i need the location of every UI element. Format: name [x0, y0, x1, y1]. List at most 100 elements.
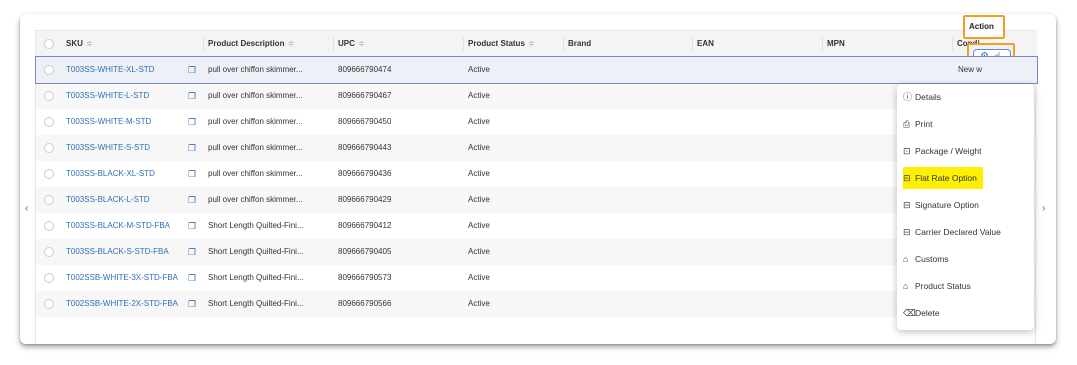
table-row[interactable]: T002SSB-WHITE-2X-STD-FBA ❐ Short Length Qu… [36, 291, 1037, 317]
menu-item-flat-rate-option[interactable]: ⊟ Flat Rate Option [903, 167, 983, 189]
table-header: SKU ≑ Product Description ≑ UPC ≑ Product Stat… [36, 31, 1037, 57]
printer-icon: ⎙ [903, 119, 911, 129]
scroll-right-icon[interactable]: › [1042, 204, 1045, 214]
row-select-radio[interactable] [44, 273, 54, 283]
flat-rate-icon: ⊟ [903, 173, 911, 183]
menu-item-carrier-declared-value[interactable]: ⊟ Carrier Declared Value [903, 221, 1007, 243]
row-select-radio[interactable] [44, 117, 54, 127]
column-header-label: EAN [697, 39, 714, 48]
product-description: Short Length Quilted-Fini... [208, 221, 304, 230]
table-row[interactable]: T002SSB-WHITE-3X-STD-FBA ❐ Short Length Qu… [36, 265, 1037, 291]
product-description: pull over chiffon skimmer... [208, 91, 303, 100]
table-row[interactable]: T003SS-WHITE-S-STD ❐ pull over chiffon ski… [36, 135, 1037, 161]
sort-icon[interactable]: ≑ [86, 39, 93, 48]
carrier-value-icon: ⊟ [903, 227, 911, 237]
menu-item-product-status[interactable]: ⌂ Product Status [903, 275, 977, 297]
copy-icon[interactable]: ❐ [188, 239, 196, 265]
copy-icon[interactable]: ❐ [188, 161, 196, 187]
upc-value: 809666790412 [338, 221, 392, 230]
column-header-label: Product Status [468, 39, 525, 48]
table-row[interactable]: T003SS-BLACK-S-STD-FBA ❐ Short Length Quil… [36, 239, 1037, 265]
sku-link[interactable]: T002SSB-WHITE-3X-STD-FBA [66, 265, 178, 291]
copy-icon[interactable]: ❐ [188, 187, 196, 213]
action-header-label: Action [969, 22, 994, 31]
row-select-radio[interactable] [44, 65, 54, 75]
sort-icon[interactable]: ≑ [287, 39, 294, 48]
table-row[interactable]: T003SS-BLACK-XL-STD ❐ pull over chiffon sk… [36, 161, 1037, 187]
sku-link[interactable]: T003SS-BLACK-L-STD [66, 187, 150, 213]
column-header-ean: EAN [697, 31, 714, 57]
product-status: Active [468, 65, 490, 74]
select-all-radio[interactable] [44, 39, 54, 49]
sku-link[interactable]: T003SS-BLACK-XL-STD [66, 161, 155, 187]
menu-item-details[interactable]: ⓘ Details [903, 86, 947, 108]
table-row[interactable]: T003SS-BLACK-M-STD-FBA ❐ Short Length Quil… [36, 213, 1037, 239]
table-row[interactable]: T003SS-BLACK-L-STD ❐ pull over chiffon ski… [36, 187, 1037, 213]
column-header-product-status[interactable]: Product Status ≑ [468, 31, 535, 57]
product-description: pull over chiffon skimmer... [208, 143, 303, 152]
sku-link[interactable]: T002SSB-WHITE-2X-STD-FBA [66, 291, 178, 317]
row-select-radio[interactable] [44, 221, 54, 231]
column-separator [563, 37, 564, 51]
menu-item-label: Details [915, 92, 941, 102]
menu-item-package-weight[interactable]: ⊡ Package / Weight [903, 140, 987, 162]
copy-icon[interactable]: ❐ [188, 213, 196, 239]
copy-icon[interactable]: ❐ [188, 265, 196, 291]
menu-item-label: Delete [915, 308, 940, 318]
table-row[interactable]: T003SS-WHITE-L-STD ❐ pull over chiffon ski… [36, 83, 1037, 109]
copy-icon[interactable]: ❐ [188, 83, 196, 109]
table-row[interactable]: T003SS-WHITE-M-STD ❐ pull over chiffon ski… [36, 109, 1037, 135]
row-select-radio[interactable] [44, 195, 54, 205]
menu-item-signature-option[interactable]: ⊟ Signature Option [903, 194, 985, 216]
sort-icon[interactable]: ≑ [528, 39, 535, 48]
column-separator [463, 37, 464, 51]
column-header-sku[interactable]: SKU ≑ [66, 31, 93, 57]
menu-item-customs[interactable]: ⌂ Customs [903, 248, 955, 270]
product-table: SKU ≑ Product Description ≑ UPC ≑ Product Stat… [35, 30, 1038, 344]
column-separator [333, 37, 334, 51]
copy-icon[interactable]: ❐ [188, 291, 196, 317]
product-description: Short Length Quilted-Fini... [208, 299, 304, 308]
column-header-label: MPN [827, 39, 845, 48]
sku-link[interactable]: T003SS-WHITE-S-STD [66, 135, 150, 161]
copy-icon[interactable]: ❐ [188, 57, 196, 83]
column-header-label: Product Description [208, 39, 285, 48]
row-select-radio[interactable] [44, 247, 54, 257]
sku-link[interactable]: T003SS-BLACK-M-STD-FBA [66, 213, 170, 239]
table-row[interactable]: T003SS-WHITE-XL-STD ❐ pull over chiffon sk… [35, 56, 1038, 84]
column-separator [203, 37, 204, 51]
sku-link[interactable]: T003SS-WHITE-XL-STD [66, 57, 154, 83]
product-status: Active [468, 247, 490, 256]
upc-value: 809666790467 [338, 91, 392, 100]
sku-link[interactable]: T003SS-WHITE-L-STD [66, 83, 149, 109]
column-separator [692, 37, 693, 51]
menu-item-print[interactable]: ⎙ Print [903, 113, 938, 135]
sku-link[interactable]: T003SS-BLACK-S-STD-FBA [66, 239, 169, 265]
row-select-radio[interactable] [44, 91, 54, 101]
menu-item-label: Flat Rate Option [915, 173, 977, 183]
product-description: Short Length Quilted-Fini... [208, 247, 304, 256]
sort-icon[interactable]: ≑ [358, 39, 365, 48]
product-description: pull over chiffon skimmer... [208, 169, 303, 178]
product-status: Active [468, 195, 490, 204]
menu-item-label: Carrier Declared Value [915, 227, 1001, 237]
row-select-radio[interactable] [44, 169, 54, 179]
signature-icon: ⊟ [903, 200, 911, 210]
upc-value: 809666790429 [338, 195, 392, 204]
menu-item-delete[interactable]: ⌫ Delete [903, 302, 946, 324]
upc-value: 809666790436 [338, 169, 392, 178]
status-building-icon: ⌂ [903, 281, 909, 291]
column-header-label: Brand [568, 39, 592, 48]
product-status: Active [468, 91, 490, 100]
copy-icon[interactable]: ❐ [188, 135, 196, 161]
column-header-product-description[interactable]: Product Description ≑ [208, 31, 294, 57]
upc-value: 809666790474 [338, 65, 392, 74]
scroll-left-icon[interactable]: ‹ [25, 204, 28, 214]
menu-item-label: Product Status [915, 281, 971, 291]
action-column-header: Action [963, 15, 1005, 39]
sku-link[interactable]: T003SS-WHITE-M-STD [66, 109, 151, 135]
column-header-upc[interactable]: UPC ≑ [338, 31, 365, 57]
row-select-radio[interactable] [44, 299, 54, 309]
copy-icon[interactable]: ❐ [188, 109, 196, 135]
row-select-radio[interactable] [44, 143, 54, 153]
